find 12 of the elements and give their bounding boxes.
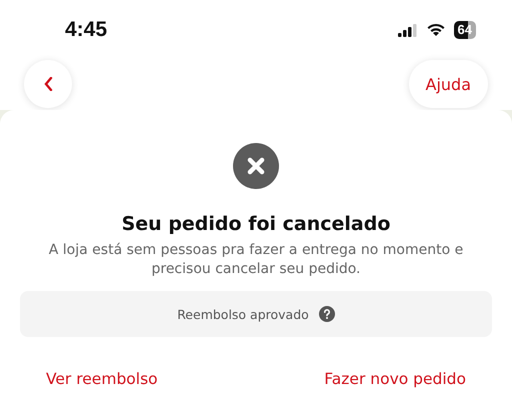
help-button[interactable]: Ajuda: [408, 60, 488, 108]
cancel-message: A loja está sem pessoas pra fazer a entrega no momento e precisou cancelar seu pedido.: [48, 241, 464, 279]
signal-icon: [398, 24, 418, 36]
sheet-title: Seu pedido foi cancelado: [122, 213, 390, 235]
status-time: 4:45: [65, 18, 108, 42]
refund-status: Reembolso aprovado: [177, 306, 309, 322]
action-link[interactable]: Fazer novo pedido: [324, 370, 466, 388]
cancel-icon: [233, 143, 279, 189]
action-link[interactable]: Ver reembolso: [46, 370, 158, 388]
back-icon: [44, 77, 52, 91]
wifi-icon: [426, 23, 446, 37]
help-icon[interactable]: [318, 306, 335, 322]
